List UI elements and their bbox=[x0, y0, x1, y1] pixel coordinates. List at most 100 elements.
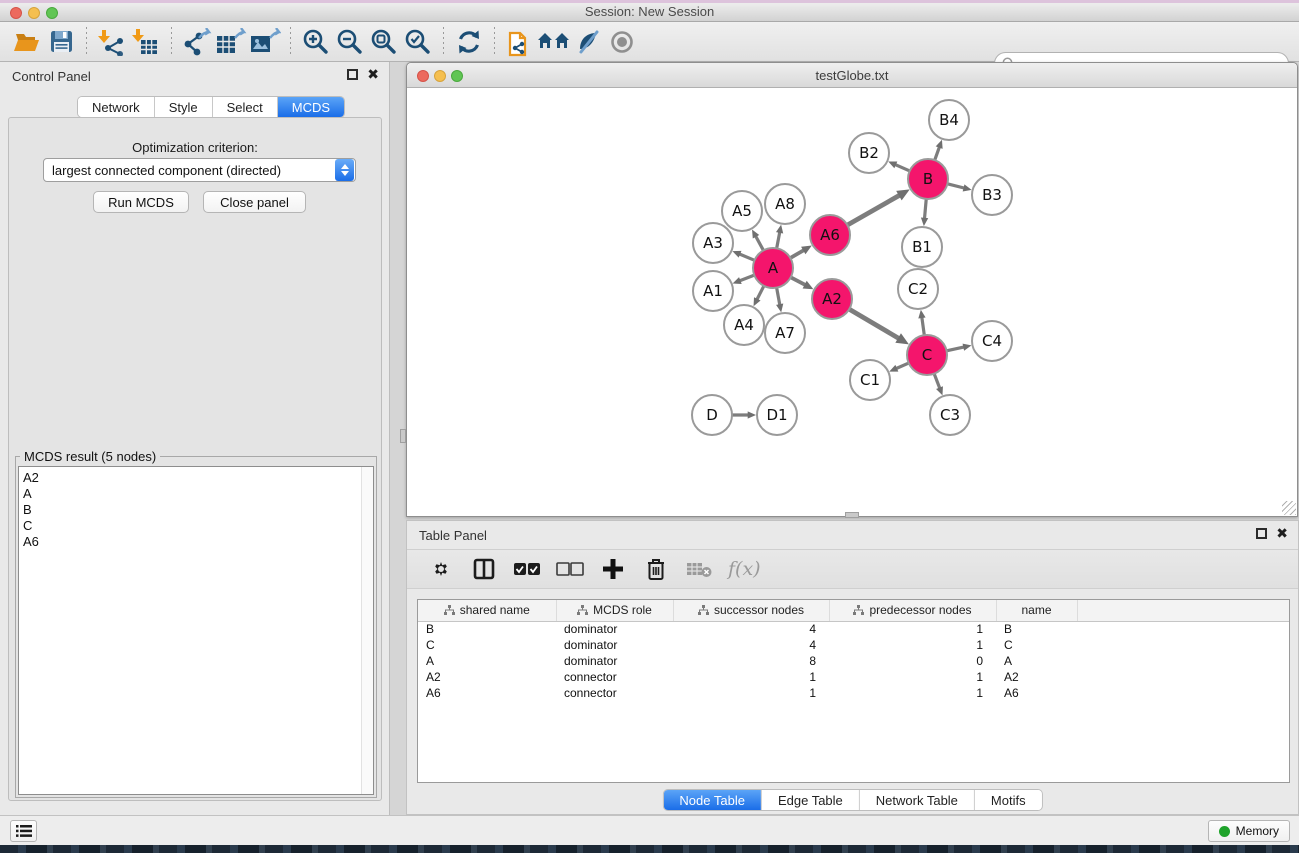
tab-mcds[interactable]: MCDS bbox=[278, 97, 344, 117]
graph-edge-C-C3[interactable] bbox=[934, 374, 940, 389]
select-all-button[interactable] bbox=[513, 555, 541, 583]
window-resize-grip[interactable] bbox=[1282, 501, 1296, 515]
deselect-all-button[interactable] bbox=[556, 555, 584, 583]
split-handle-vertical[interactable] bbox=[400, 429, 406, 443]
list-item[interactable]: B bbox=[23, 502, 373, 518]
checked-boxes-icon bbox=[513, 561, 541, 577]
tab-edge-table[interactable]: Edge Table bbox=[762, 790, 860, 810]
export-image-button[interactable] bbox=[248, 26, 282, 58]
import-table-button[interactable] bbox=[129, 26, 163, 58]
new-session-button[interactable] bbox=[503, 26, 537, 58]
graph-edge-A-A4[interactable] bbox=[757, 286, 764, 300]
delete-table-button[interactable] bbox=[685, 555, 713, 583]
hide-details-button[interactable] bbox=[571, 26, 605, 58]
graph-edge-A-A5[interactable] bbox=[756, 236, 764, 251]
graph-edge-A-A8[interactable] bbox=[777, 232, 780, 249]
table-row[interactable]: Bdominator41B bbox=[418, 621, 1289, 637]
function-builder-button[interactable]: f(x) bbox=[728, 555, 761, 583]
graph-edge-A-A1[interactable] bbox=[739, 275, 754, 281]
table-row[interactable]: Adominator80A bbox=[418, 653, 1289, 669]
table-settings-button[interactable] bbox=[427, 555, 455, 583]
table-cell: 8 bbox=[673, 653, 829, 669]
list-item[interactable]: A2 bbox=[23, 470, 373, 486]
show-eye-button[interactable] bbox=[605, 26, 639, 58]
list-item[interactable]: A bbox=[23, 486, 373, 502]
result-list-scrollbar[interactable] bbox=[361, 467, 373, 794]
run-mcds-button[interactable]: Run MCDS bbox=[93, 191, 189, 213]
mcds-result-list[interactable]: A2ABCA6 bbox=[18, 466, 374, 795]
graph-node-label: C2 bbox=[908, 280, 928, 298]
edge-arrowhead bbox=[921, 217, 928, 226]
graph-edge-A-A6[interactable] bbox=[790, 250, 804, 258]
home-layouts-button[interactable] bbox=[537, 26, 571, 58]
graph-edge-B-B4[interactable] bbox=[935, 147, 940, 160]
memory-button[interactable]: Memory bbox=[1208, 820, 1290, 842]
table-row[interactable]: A6connector11A6 bbox=[418, 685, 1289, 701]
new-session-doc-icon bbox=[506, 27, 534, 57]
node-table-body: Bdominator41BCdominator41CAdominator80AA… bbox=[418, 621, 1289, 701]
criterion-dropdown[interactable]: largest connected component (directed) bbox=[43, 158, 356, 182]
tab-network[interactable]: Network bbox=[78, 97, 155, 117]
graph-edge-A6-B[interactable] bbox=[847, 195, 899, 225]
graph-edge-A-A2[interactable] bbox=[791, 277, 806, 285]
network-graph[interactable]: B4B2BB3A8A5A6A3B1AC2A1A2A4A7C4CC1C3DD1 bbox=[407, 88, 1297, 516]
zoom-selected-button[interactable] bbox=[401, 26, 435, 58]
export-network-button[interactable] bbox=[180, 26, 214, 58]
zoom-fit-button[interactable] bbox=[367, 26, 401, 58]
graph-edge-C-C4[interactable] bbox=[947, 347, 965, 351]
edge-arrowhead bbox=[748, 411, 756, 418]
graph-edge-B-B1[interactable] bbox=[924, 199, 926, 219]
import-network-button[interactable] bbox=[95, 26, 129, 58]
mcds-result-group: MCDS result (5 nodes) A2ABCA6 bbox=[15, 456, 377, 798]
tab-network-table[interactable]: Network Table bbox=[860, 790, 975, 810]
float-table-panel-icon[interactable] bbox=[1256, 528, 1267, 539]
refresh-button[interactable] bbox=[452, 26, 486, 58]
save-session-button[interactable] bbox=[44, 26, 78, 58]
edge-arrowhead bbox=[963, 344, 972, 351]
column-header-MCDS-role[interactable]: MCDS role bbox=[556, 600, 673, 621]
graph-edge-B-B3[interactable] bbox=[947, 184, 964, 188]
table-panel-header: Table Panel ✖ bbox=[407, 521, 1298, 549]
table-cell: connector bbox=[556, 669, 673, 685]
column-header-successor-nodes[interactable]: successor nodes bbox=[673, 600, 829, 621]
tab-style[interactable]: Style bbox=[155, 97, 213, 117]
graph-edge-C-C2[interactable] bbox=[922, 317, 924, 335]
zoom-in-button[interactable] bbox=[299, 26, 333, 58]
graph-edge-A2-C[interactable] bbox=[849, 309, 899, 338]
list-item[interactable]: C bbox=[23, 518, 373, 534]
zoom-out-button[interactable] bbox=[333, 26, 367, 58]
column-header-predecessor-nodes[interactable]: predecessor nodes bbox=[829, 600, 996, 621]
export-table-button[interactable] bbox=[214, 26, 248, 58]
delete-column-button[interactable] bbox=[642, 555, 670, 583]
edge-arrowhead bbox=[733, 277, 742, 284]
column-visibility-button[interactable] bbox=[470, 555, 498, 583]
graph-edge-B-B2[interactable] bbox=[895, 164, 910, 171]
graph-edge-C-C1[interactable] bbox=[896, 363, 909, 369]
open-folder-icon bbox=[13, 29, 41, 55]
open-file-button[interactable] bbox=[10, 26, 44, 58]
edge-arrowhead bbox=[963, 184, 972, 191]
close-panel-button[interactable]: Close panel bbox=[203, 191, 306, 213]
network-window-titlebar[interactable]: testGlobe.txt bbox=[407, 63, 1297, 88]
column-header-shared-name[interactable]: shared name bbox=[418, 600, 556, 621]
tab-node-table[interactable]: Node Table bbox=[663, 790, 762, 810]
column-header-name[interactable]: name bbox=[996, 600, 1077, 621]
close-panel-icon[interactable]: ✖ bbox=[367, 69, 379, 80]
list-item[interactable]: A6 bbox=[23, 534, 373, 550]
criterion-dropdown-value: largest connected component (directed) bbox=[44, 163, 335, 178]
result-items-container: A2ABCA6 bbox=[23, 470, 373, 550]
tab-select[interactable]: Select bbox=[213, 97, 278, 117]
graph-node-label: B1 bbox=[912, 238, 932, 256]
graph-edge-A-A7[interactable] bbox=[777, 288, 780, 305]
task-history-button[interactable] bbox=[10, 820, 37, 842]
float-panel-icon[interactable] bbox=[347, 69, 358, 80]
network-canvas[interactable]: B4B2BB3A8A5A6A3B1AC2A1A2A4A7C4CC1C3DD1 bbox=[407, 88, 1297, 516]
add-column-button[interactable] bbox=[599, 555, 627, 583]
close-table-panel-icon[interactable]: ✖ bbox=[1276, 528, 1288, 539]
table-row[interactable]: Cdominator41C bbox=[418, 637, 1289, 653]
table-cell: A2 bbox=[418, 669, 556, 685]
table-row[interactable]: A2connector11A2 bbox=[418, 669, 1289, 685]
tab-motifs[interactable]: Motifs bbox=[975, 790, 1042, 810]
graph-edge-A-A3[interactable] bbox=[739, 254, 754, 260]
split-handle-horizontal[interactable] bbox=[845, 512, 859, 518]
